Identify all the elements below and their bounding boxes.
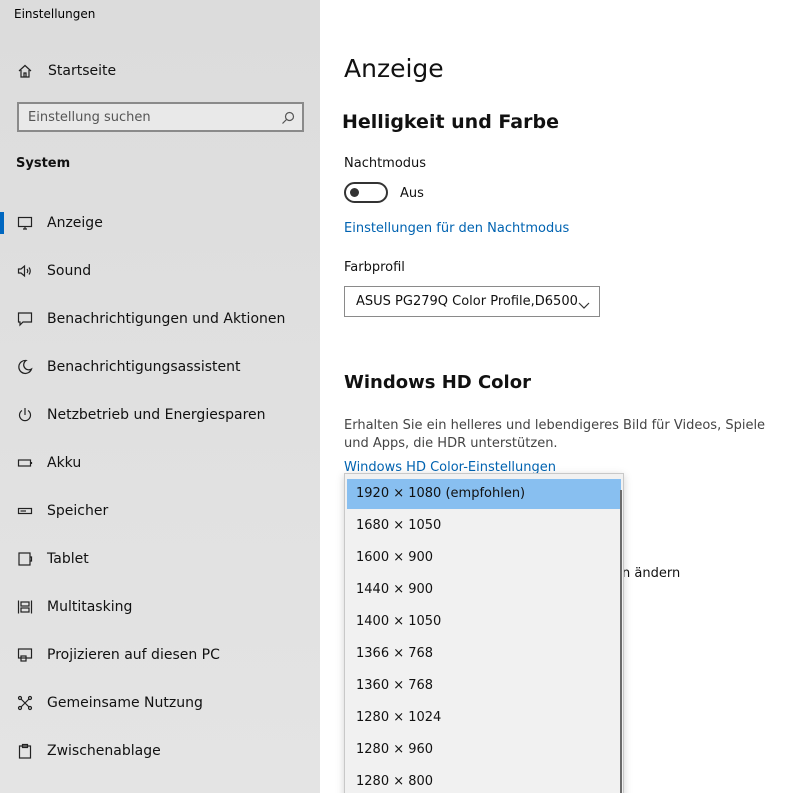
storage-icon [16,502,34,520]
sidebar-item-label: Sound [47,263,92,279]
sidebar-item-multitasking[interactable]: Multitasking [0,587,320,627]
night-mode-toggle[interactable] [344,182,388,203]
search-box[interactable] [17,102,304,132]
color-profile-label: Farbprofil [344,260,405,275]
color-profile-value: ASUS PG279Q Color Profile,D6500 [356,294,578,309]
sidebar-item-benachrichtigungen[interactable]: Benachrichtigungen und Aktionen [0,299,320,339]
sidebar-item-benachrichtigungsassistent[interactable]: Benachrichtigungsassistent [0,347,320,387]
project-icon [16,646,34,664]
sidebar-item-label: Speicher [47,503,109,519]
section-title-hdr: Windows HD Color [344,372,531,393]
resolution-option[interactable]: 1400 × 1050 [347,607,621,637]
sidebar-item-projizieren[interactable]: Projizieren auf diesen PC [0,635,320,675]
hdr-description: Erhalten Sie ein helleres und lebendiger… [344,418,766,451]
dropdown-scrollbar[interactable] [620,490,622,793]
night-mode-settings-link[interactable]: Einstellungen für den Nachtmodus [344,221,569,236]
resolution-option[interactable]: 1280 × 1024 [347,703,621,733]
resolution-option[interactable]: 1680 × 1050 [347,511,621,541]
sidebar-item-tablet[interactable]: Tablet [0,539,320,579]
sidebar-item-label: Benachrichtigungen und Aktionen [47,311,286,327]
sidebar-item-anzeige[interactable]: Anzeige [0,203,320,243]
toggle-knob [350,188,359,197]
sidebar-item-label: Zwischenablage [47,743,161,759]
share-icon [16,694,34,712]
resolution-option[interactable]: 1280 × 960 [347,735,621,765]
section-heading-system: System [16,156,71,171]
sidebar: Einstellungen Startseite System Anzeige [0,0,320,793]
search-input[interactable] [19,104,302,130]
moon-icon [16,358,34,376]
chevron-down-icon [578,296,590,309]
resolution-option[interactable]: 1280 × 800 [347,767,621,793]
resolution-option[interactable]: 1366 × 768 [347,639,621,669]
clipboard-icon [16,742,34,760]
sidebar-item-label: Projizieren auf diesen PC [47,647,220,663]
sidebar-item-label: Netzbetrieb und Energiesparen [47,407,266,423]
sidebar-item-label: Gemeinsame Nutzung [47,695,203,711]
monitor-icon [16,214,34,232]
sidebar-item-netzbetrieb[interactable]: Netzbetrieb und Energiesparen [0,395,320,435]
obscured-text: n ändern [622,566,681,581]
sidebar-item-label: Benachrichtigungsassistent [47,359,241,375]
resolution-option[interactable]: 1360 × 768 [347,671,621,701]
page-title: Anzeige [344,54,444,83]
multitasking-icon [16,598,34,616]
resolution-option[interactable]: 1920 × 1080 (empfohlen) [347,479,621,509]
sidebar-item-gemeinsame-nutzung[interactable]: Gemeinsame Nutzung [0,683,320,723]
sidebar-item-label: Multitasking [47,599,133,615]
sidebar-item-zwischenablage[interactable]: Zwischenablage [0,731,320,771]
sidebar-item-akku[interactable]: Akku [0,443,320,483]
power-icon [16,406,34,424]
speaker-icon [16,262,34,280]
sidebar-item-label: Akku [47,455,82,471]
resolution-option[interactable]: 1440 × 900 [347,575,621,605]
battery-icon [16,454,34,472]
section-title-brightness: Helligkeit und Farbe [342,111,559,133]
sidebar-item-label: Tablet [47,551,89,567]
message-icon [16,310,34,328]
resolution-dropdown[interactable]: 1920 × 1080 (empfohlen) 1680 × 1050 1600… [344,473,624,793]
window-title: Einstellungen [14,7,96,21]
sidebar-item-home[interactable]: Startseite [0,51,320,91]
night-mode-label: Nachtmodus [344,156,427,171]
night-mode-state: Aus [400,186,424,201]
sidebar-item-label: Anzeige [47,215,103,231]
search-icon[interactable] [281,110,295,124]
sidebar-item-sound[interactable]: Sound [0,251,320,291]
home-icon [16,62,34,80]
home-label: Startseite [48,63,117,79]
resolution-option[interactable]: 1600 × 900 [347,543,621,573]
sidebar-item-speicher[interactable]: Speicher [0,491,320,531]
color-profile-select[interactable]: ASUS PG279Q Color Profile,D6500 [344,286,600,317]
tablet-icon [16,550,34,568]
